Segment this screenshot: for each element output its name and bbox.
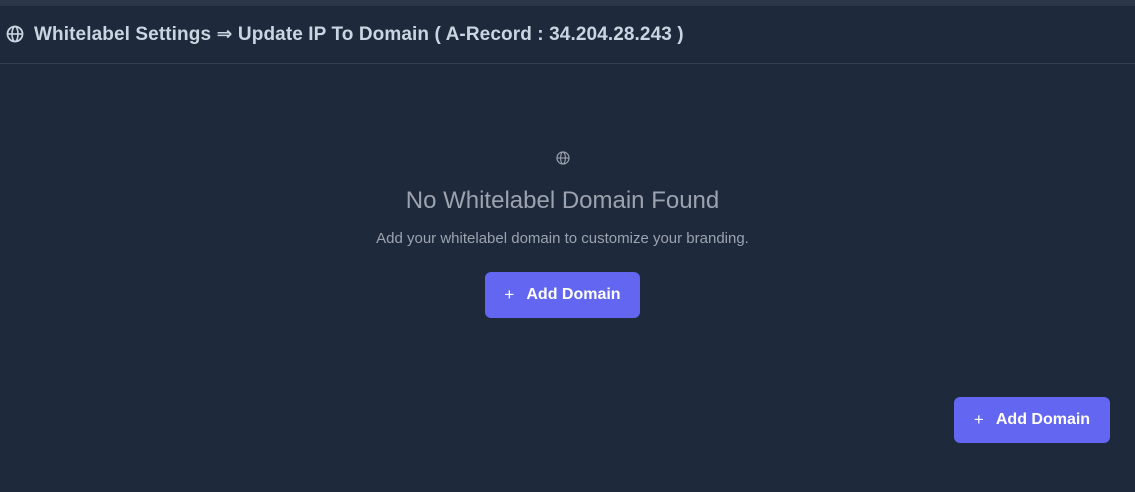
empty-state-heading: No Whitelabel Domain Found [405,187,720,214]
empty-state: No Whitelabel Domain Found Add your whit… [0,150,1125,318]
floating-add-domain-label: Add Domain [995,411,1091,428]
page-header: Whitelabel Settings ⇒ Update IP To Domai… [0,6,1135,64]
floating-add-domain-button[interactable]: + Add Domain [954,397,1110,443]
page-title: Whitelabel Settings ⇒ Update IP To Domai… [34,24,684,45]
add-domain-label: Add Domain [526,286,621,303]
globe-icon [6,25,24,43]
plus-icon: + [504,285,515,304]
globe-icon [555,150,571,166]
add-domain-button[interactable]: + Add Domain [485,272,640,318]
plus-icon: + [973,410,984,429]
empty-state-description: Add your whitelabel domain to customize … [376,230,749,247]
